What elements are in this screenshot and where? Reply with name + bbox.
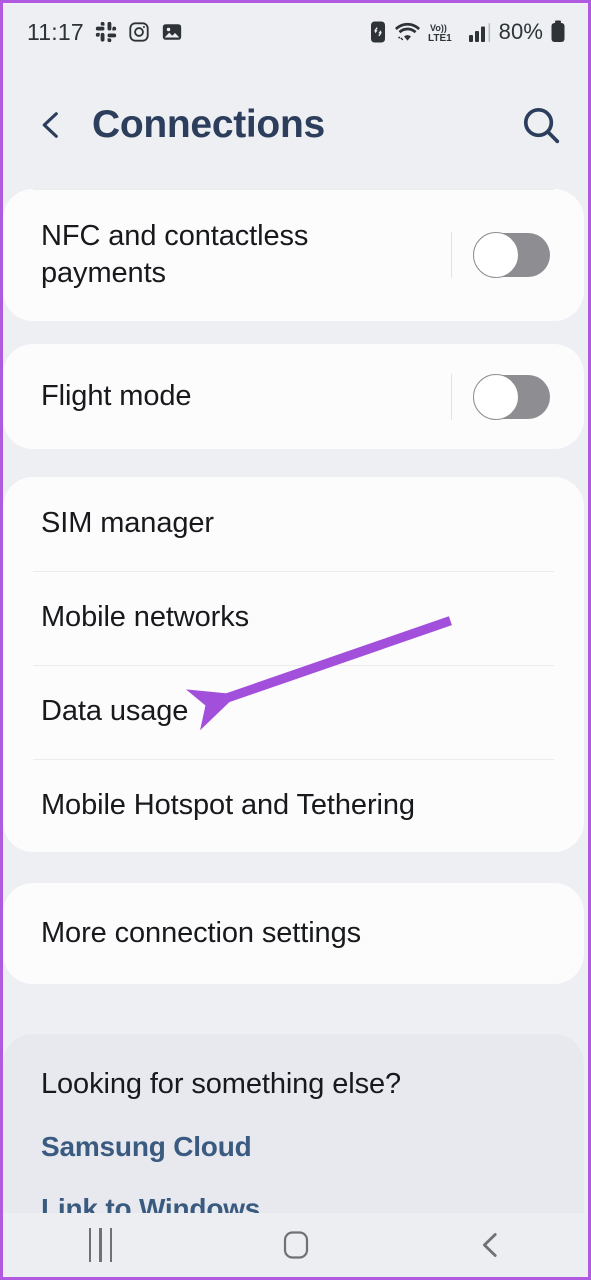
signal-bars-icon (468, 23, 490, 42)
card-network-group: SIM manager Mobile networks Data usage M… (3, 477, 584, 852)
battery-percent-label: 80% (498, 19, 543, 44)
instagram-icon (129, 22, 149, 42)
settings-row-more-connection-settings[interactable]: More connection settings (3, 883, 584, 984)
app-bar: Connections (3, 61, 588, 189)
volte-icon: Vo)) LTE1 (428, 23, 452, 44)
looking-for-something-else-section: Looking for something else? Samsung Clou… (3, 1034, 584, 1224)
card-flight-mode: Flight mode (3, 344, 584, 449)
row-label: More connection settings (41, 916, 361, 949)
card-nfc: NFC and contactless payments (3, 189, 584, 321)
system-nav-bar (3, 1213, 588, 1277)
row-divider (33, 571, 554, 572)
chevron-left-icon[interactable] (33, 107, 69, 143)
toggle-flight-mode[interactable] (473, 373, 550, 420)
svg-text:LTE1: LTE1 (428, 33, 452, 44)
row-divider (33, 665, 554, 666)
settings-row-data-usage[interactable]: Data usage (3, 665, 584, 759)
settings-row-hotspot-tethering[interactable]: Mobile Hotspot and Tethering (3, 759, 584, 853)
toggle-knob (473, 373, 519, 420)
settings-row-nfc[interactable]: NFC and contactless payments (3, 189, 584, 321)
row-label: Mobile networks (41, 601, 250, 634)
recents-bar (109, 1228, 113, 1262)
row-label: Data usage (41, 695, 189, 728)
row-divider (33, 759, 554, 760)
toggle-nfc[interactable] (473, 232, 550, 278)
recents-bar (88, 1228, 92, 1262)
row-label: NFC and contactless payments (41, 219, 309, 289)
back-icon[interactable] (451, 1213, 531, 1277)
settings-list: NFC and contactless payments Flight mode (3, 189, 588, 1224)
recents-icon[interactable] (61, 1213, 141, 1277)
toggle-knob (473, 232, 519, 278)
phone-screen: 11:17 Vo)) LTE1 80% Connections NFC and … (0, 0, 591, 1280)
status-bar: 11:17 Vo)) LTE1 80% (3, 3, 588, 61)
settings-row-sim-manager[interactable]: SIM manager (3, 477, 584, 571)
page-title: Connections (92, 103, 325, 146)
home-icon[interactable] (256, 1213, 336, 1277)
recents-bar (99, 1228, 102, 1262)
slack-icon (95, 21, 117, 43)
battery-icon (551, 20, 565, 42)
row-label: Mobile Hotspot and Tethering (41, 789, 415, 822)
search-icon[interactable] (520, 104, 562, 146)
status-bar-right: Vo)) LTE1 80% (368, 19, 566, 45)
row-label: Flight mode (41, 379, 192, 412)
link-samsung-cloud[interactable]: Samsung Cloud (41, 1131, 546, 1163)
toggle-separator (451, 232, 452, 278)
row-label: SIM manager (41, 507, 214, 540)
settings-row-mobile-networks[interactable]: Mobile networks (3, 571, 584, 665)
photos-icon (162, 24, 182, 40)
toggle-group (451, 373, 550, 420)
wifi-icon (394, 22, 420, 43)
toggle-separator (451, 373, 452, 420)
settings-row-flight-mode[interactable]: Flight mode (3, 344, 584, 449)
card-more-settings: More connection settings (3, 883, 584, 984)
app-notification-icon (370, 21, 385, 43)
status-bar-left: 11:17 (27, 19, 183, 46)
status-clock: 11:17 (27, 18, 84, 45)
looking-section-title: Looking for something else? (41, 1068, 402, 1100)
toggle-group (451, 232, 550, 278)
svg-text:Vo)): Vo)) (430, 23, 447, 33)
